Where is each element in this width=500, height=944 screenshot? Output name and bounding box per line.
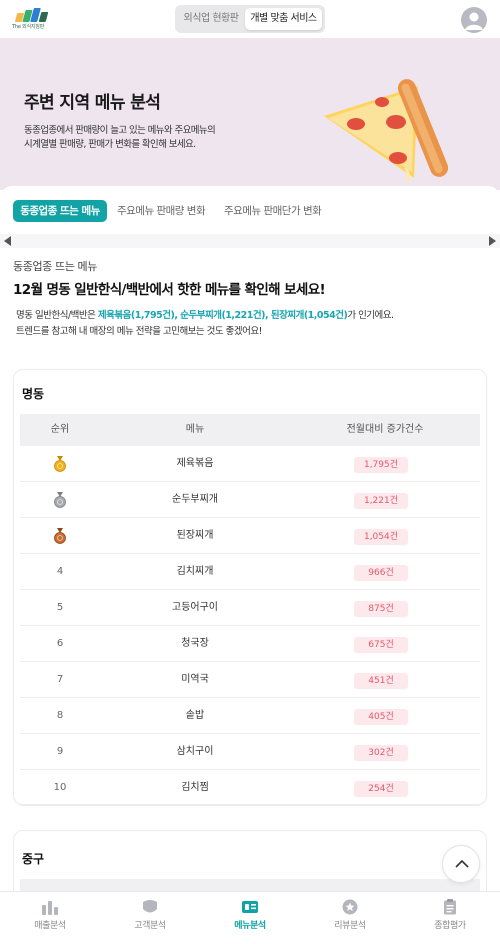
hero-description-line2: 시계열별 판매량, 판매가 변화를 확인해 보세요. xyxy=(24,139,196,150)
increase-count-badge: 451건 xyxy=(354,673,408,689)
nav-sales-analysis[interactable]: 매출분석 xyxy=(0,892,100,944)
nav-menu-analysis[interactable]: 메뉴분석 xyxy=(200,892,300,944)
rank-medal xyxy=(20,482,100,518)
silver-medal-icon xyxy=(54,492,66,508)
highlight-menu-1: 제육볶음(1,795건) xyxy=(97,310,175,321)
segment-custom-service[interactable]: 개별 맞춤 서비스 xyxy=(245,8,322,30)
table-row: 된장찌개 1,054건 xyxy=(20,518,480,554)
tab-trending-menu[interactable]: 동종업종 뜨는 메뉴 xyxy=(13,200,107,222)
increase-count-badge: 966건 xyxy=(354,565,408,581)
column-header-menu: 메뉴 xyxy=(185,424,205,435)
ranking-card-myeongdong: 명동 순위 메뉴 전월대비 증가건수 제육볶음 1,795건순두부찌개 1,221건… xyxy=(13,369,487,806)
brand-logo[interactable]: The 외식지침판 xyxy=(12,8,52,32)
hero-description-line1: 동종업종에서 판매량이 늘고 있는 메뉴와 주요메뉴의 xyxy=(24,125,216,136)
menu-name: 고등어구이 xyxy=(172,602,218,613)
column-header-increase: 전월대비 증가건수 xyxy=(346,424,424,435)
increase-count-badge: 675건 xyxy=(354,637,408,653)
card-title: 명동 xyxy=(22,387,45,401)
menu-name: 미역국 xyxy=(181,674,209,685)
menu-name: 된장찌개 xyxy=(176,530,214,541)
tab-unit-price-change[interactable]: 주요메뉴 판매단가 변화 xyxy=(224,200,322,222)
section-label: 동종업종 뜨는 메뉴 xyxy=(13,260,97,273)
table-row: 7 미역국 451건 xyxy=(20,662,480,698)
chevron-up-icon xyxy=(455,859,469,868)
nav-label: 고객분석 xyxy=(134,921,166,931)
highlight-menu-2: 순두부찌개(1,221건) xyxy=(180,310,265,321)
tab-sales-volume-change[interactable]: 주요메뉴 판매량 변화 xyxy=(117,200,206,222)
menu-card-icon xyxy=(242,901,258,913)
rank-number: 5 xyxy=(56,602,64,613)
column-header-rank: 순위 xyxy=(50,424,70,435)
table-row: 9 삼치구이 302건 xyxy=(20,734,480,770)
nav-label: 종합평가 xyxy=(434,921,466,931)
section-description-line2: 트렌드를 참고해 내 매장의 메뉴 전략을 고민해보는 것도 좋겠어요! xyxy=(16,326,262,337)
increase-count-badge: 1,054건 xyxy=(354,529,408,545)
nav-label: 리뷰분석 xyxy=(334,921,366,931)
rank-number: 6 xyxy=(56,638,64,649)
bottom-navigation: 매출분석 고객분석 메뉴분석 리뷰분석 종합평가 xyxy=(0,891,500,944)
rank-number: 4 xyxy=(56,566,64,577)
bar-chart-icon xyxy=(42,901,58,915)
rank-number: 9 xyxy=(56,746,64,757)
user-avatar-icon[interactable] xyxy=(461,7,487,33)
logo-bars-icon xyxy=(14,8,49,22)
scroll-right-arrow-icon[interactable] xyxy=(489,236,496,246)
scroll-left-arrow-icon[interactable] xyxy=(4,236,11,246)
menu-name: 제육볶음 xyxy=(176,458,214,469)
hero-banner: 주변 지역 메뉴 분석 동종업종에서 판매량이 늘고 있는 메뉴와 주요메뉴의 … xyxy=(0,38,500,190)
card-title: 중구 xyxy=(22,852,45,866)
segment-industry-status[interactable]: 외식업 현황판 xyxy=(178,8,244,30)
increase-count-badge: 254건 xyxy=(354,781,408,797)
table-row: 4 김치찌개 966건 xyxy=(20,554,480,590)
table-row: 6 청국장 675건 xyxy=(20,626,480,662)
menu-name: 김치찌개 xyxy=(176,566,214,577)
content-panel: 동종업종 뜨는 메뉴 주요메뉴 판매량 변화 주요메뉴 판매단가 변화 동종업종… xyxy=(0,186,500,920)
nav-review-analysis[interactable]: 리뷰분석 xyxy=(300,892,400,944)
section-headline: 12월 명동 일반한식/백반에서 핫한 메뉴를 확인해 보세요! xyxy=(13,282,326,298)
nav-label: 매출분석 xyxy=(34,921,66,931)
rank-medal xyxy=(20,446,100,482)
table-row: 10 김치찜 254건 xyxy=(20,770,480,806)
highlight-menu-3: 된장찌개(1,054건) xyxy=(270,310,348,321)
increase-count-badge: 405건 xyxy=(354,709,408,725)
clipboard-icon xyxy=(444,899,456,915)
customer-icon xyxy=(143,900,157,913)
menu-name: 순두부찌개 xyxy=(172,494,218,505)
page-title: 주변 지역 메뉴 분석 xyxy=(24,93,161,113)
rank-number: 7 xyxy=(56,674,64,685)
service-switch: 외식업 현황판 개별 맞춤 서비스 xyxy=(175,5,325,33)
rank-number: 8 xyxy=(56,710,64,721)
menu-name: 삼치구이 xyxy=(176,746,214,757)
menu-name: 솥밥 xyxy=(185,710,205,721)
analysis-tabs: 동종업종 뜨는 메뉴 주요메뉴 판매량 변화 주요메뉴 판매단가 변화 xyxy=(0,200,500,222)
increase-count-badge: 875건 xyxy=(354,601,408,617)
nav-label: 메뉴분석 xyxy=(234,921,266,931)
top-header: The 외식지침판 외식업 현황판 개별 맞춤 서비스 xyxy=(0,0,500,38)
bronze-medal-icon xyxy=(54,528,66,544)
increase-count-badge: 1,795건 xyxy=(354,457,408,473)
scroll-to-top-button[interactable] xyxy=(442,845,480,883)
nav-customer-analysis[interactable]: 고객분석 xyxy=(100,892,200,944)
gold-medal-icon xyxy=(54,456,66,472)
rank-medal xyxy=(20,518,100,554)
tab-scroll-strip xyxy=(0,234,500,248)
table-row: 제육볶음 1,795건 xyxy=(20,446,480,482)
rank-number: 10 xyxy=(53,782,67,793)
review-star-icon xyxy=(342,899,358,915)
menu-name: 김치찜 xyxy=(181,782,209,793)
nav-overall-evaluation[interactable]: 종합평가 xyxy=(400,892,500,944)
increase-count-badge: 302건 xyxy=(354,745,408,761)
pizza-illustration xyxy=(324,79,448,182)
table-row: 8 솥밥 405건 xyxy=(20,698,480,734)
table-header: 순위 메뉴 전월대비 증가건수 xyxy=(20,414,480,446)
menu-name: 청국장 xyxy=(181,638,209,649)
table-row: 순두부찌개 1,221건 xyxy=(20,482,480,518)
logo-text: The 외식지침판 xyxy=(12,24,45,30)
increase-count-badge: 1,221건 xyxy=(354,493,408,509)
table-row: 5 고등어구이 875건 xyxy=(20,590,480,626)
section-description: 명동 일반한식/백반은 제육볶음(1,795건), 순두부찌개(1,221건),… xyxy=(16,310,394,321)
